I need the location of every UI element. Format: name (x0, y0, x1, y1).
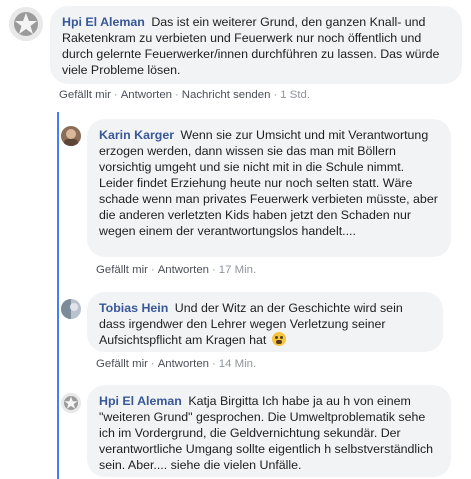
avatar[interactable] (61, 126, 81, 146)
reply-link[interactable]: Antworten (158, 264, 209, 276)
comment-actions: Gefällt mir · Antworten · 17 Min. (96, 264, 257, 276)
star-emblem-icon (61, 393, 81, 413)
profile-photo-icon (61, 299, 81, 319)
comment-text: Wenn sie zur Umsicht und mit Verantwortu… (99, 128, 438, 238)
like-link[interactable]: Gefällt mir (96, 358, 148, 370)
comment-author[interactable]: Karin Karger (99, 128, 174, 142)
reply-link[interactable]: Antworten (121, 89, 172, 101)
star-emblem-icon (9, 7, 43, 41)
comment-actions: Gefällt mir · Antworten · Nachricht senden · 1… (59, 89, 311, 101)
comment-bubble: Hpi El Aleman Katja Birgitta Ich habe ja… (87, 385, 451, 477)
send-message-link[interactable]: Nachricht senden (182, 89, 271, 101)
scream-emoji-icon (271, 332, 286, 346)
comment-bubble: Karin Karger Wenn sie zur Umsicht und mi… (87, 119, 451, 257)
avatar[interactable] (61, 393, 81, 413)
timestamp[interactable]: 1 Std. (280, 89, 310, 101)
comment-author[interactable]: Hpi El Aleman (62, 15, 145, 29)
comment-bubble: Tobias Hein Und der Witz an der Geschich… (87, 292, 443, 352)
timestamp[interactable]: 14 Min. (219, 358, 256, 370)
avatar[interactable] (9, 7, 43, 41)
comment-actions: Gefällt mir · Antworten · 14 Min. (96, 358, 257, 370)
comment-author[interactable]: Tobias Hein (99, 301, 168, 315)
comment-bubble: Hpi El Aleman Das ist ein weiterer Grund… (50, 6, 462, 84)
avatar[interactable] (61, 299, 81, 319)
like-link[interactable]: Gefällt mir (96, 264, 148, 276)
reply-link[interactable]: Antworten (158, 358, 209, 370)
comment-author[interactable]: Hpi El Aleman (99, 394, 182, 408)
reply-thread-line (57, 112, 59, 479)
profile-photo-icon (61, 126, 81, 146)
timestamp[interactable]: 17 Min. (219, 264, 256, 276)
like-link[interactable]: Gefällt mir (59, 89, 111, 101)
